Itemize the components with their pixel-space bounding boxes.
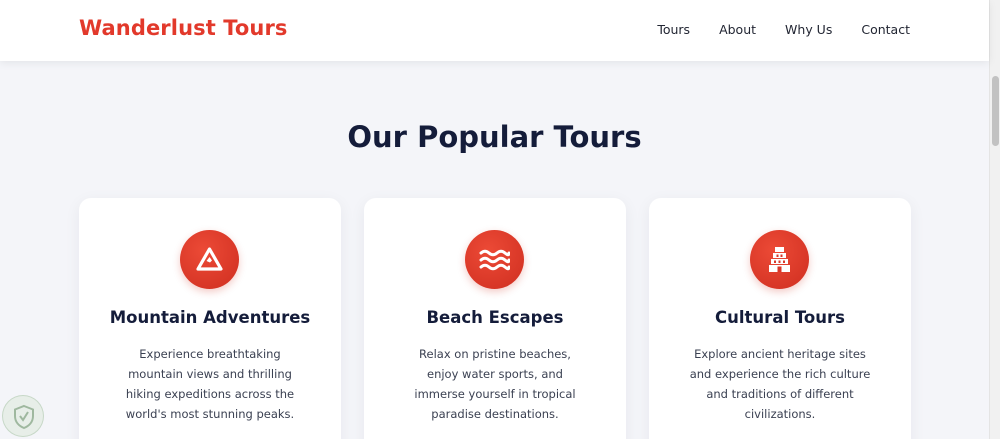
main-nav: Tours About Why Us Contact <box>628 22 910 37</box>
card-description: Experience breathtaking mountain views a… <box>125 347 295 421</box>
nav-link-about[interactable]: About <box>719 22 756 37</box>
brand-logo[interactable]: Wanderlust Tours <box>79 16 288 40</box>
nav-link-contact[interactable]: Contact <box>861 22 910 37</box>
card-description: Relax on pristine beaches, enjoy water s… <box>414 347 576 421</box>
scrollbar-thumb[interactable] <box>992 76 999 146</box>
site-header: Wanderlust Tours Tours About Why Us Cont… <box>0 0 989 61</box>
card-title: Cultural Tours <box>715 308 845 327</box>
card-description: Explore ancient heritage sites and exper… <box>689 347 871 421</box>
nav-link-why-us[interactable]: Why Us <box>785 22 832 37</box>
mountain-icon <box>180 230 239 289</box>
card-title: Beach Escapes <box>426 308 564 327</box>
nav-link-tours[interactable]: Tours <box>657 22 690 37</box>
tour-card-mountain[interactable]: Mountain Adventures Experience breathtak… <box>79 198 341 439</box>
shield-badge-icon <box>2 395 44 437</box>
waves-icon <box>465 230 524 289</box>
section-title: Our Popular Tours <box>347 120 642 154</box>
tour-card-beach[interactable]: Beach Escapes Relax on pristine beaches,… <box>364 198 626 439</box>
page-scrollbar[interactable] <box>989 0 1000 439</box>
temple-icon <box>750 230 809 289</box>
card-title: Mountain Adventures <box>109 308 311 327</box>
tour-card-cultural[interactable]: Cultural Tours Explore ancient heritage … <box>649 198 911 439</box>
